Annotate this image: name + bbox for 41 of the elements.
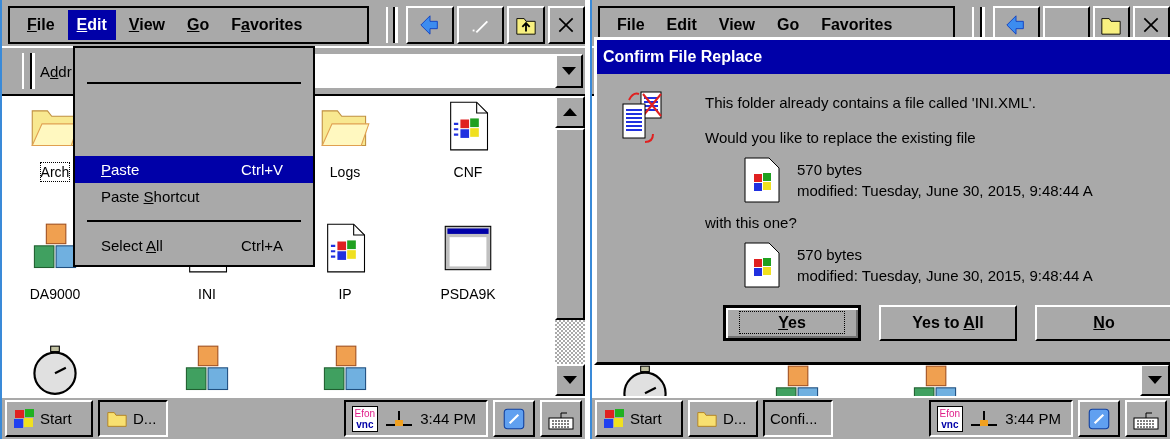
file-label: Arch	[39, 162, 71, 182]
dialog-message: This folder already contains a file called 'INI.XML'.	[705, 94, 1037, 111]
file-label: INI	[197, 285, 217, 304]
menu-item[interactable]: View	[709, 10, 764, 40]
file-label: Logs	[328, 163, 362, 182]
menu-item[interactable]: Edit	[67, 10, 116, 40]
task-button[interactable]: D...	[688, 400, 758, 437]
file-label: CNF	[452, 163, 484, 182]
dialog-button[interactable]: Yes to All	[879, 305, 1017, 341]
address-label: Addr	[40, 62, 72, 80]
menu-item[interactable]: View	[119, 10, 174, 40]
file-modified: modified: Tuesday, June 30, 2015, 9:48:44 A	[797, 182, 1093, 199]
menu-item[interactable]: Select All Ctrl+A	[75, 232, 313, 259]
file-label: DA9000	[28, 285, 82, 304]
start-button[interactable]: Start	[5, 400, 93, 437]
menu-item[interactable]: Go	[178, 10, 219, 40]
file-label: IP	[337, 285, 353, 304]
file-size: 570 bytes	[797, 161, 864, 178]
menu-item[interactable]: Favorites	[222, 10, 312, 40]
vnc-icon[interactable]: Efon vnc	[936, 405, 964, 432]
menu-item[interactable]: Paste Ctrl+V	[75, 156, 313, 183]
task-button[interactable]: Confi...	[763, 400, 833, 437]
dialog-button[interactable]: Yes	[723, 305, 861, 341]
task-button[interactable]: D...	[98, 400, 168, 437]
start-button[interactable]: Start	[595, 400, 683, 437]
menu-item[interactable]: Paste Shortcut	[75, 183, 313, 210]
menu-item[interactable]: File	[608, 10, 654, 40]
dialog-title: Confirm File Replace	[597, 40, 1170, 74]
clock: 3:44 PM	[1005, 410, 1061, 427]
dialog-question: Would you like to replace the existing file	[705, 129, 977, 146]
file-modified: modified: Tuesday, June 30, 2015, 9:48:44 A	[797, 267, 1093, 284]
file-label: PSDA9K	[439, 285, 497, 304]
dialog-button[interactable]: No	[1035, 305, 1170, 341]
file-size: 570 bytes	[797, 246, 864, 263]
clock: 3:44 PM	[420, 410, 476, 427]
dialog-question: with this one?	[705, 214, 798, 231]
menu-item[interactable]: Edit	[657, 10, 706, 40]
menu-item[interactable]: Go	[767, 10, 809, 40]
menu-item[interactable]: File	[18, 10, 64, 40]
menu-item[interactable]: Favorites	[812, 10, 902, 40]
vnc-icon[interactable]: Efon vnc	[351, 405, 379, 432]
